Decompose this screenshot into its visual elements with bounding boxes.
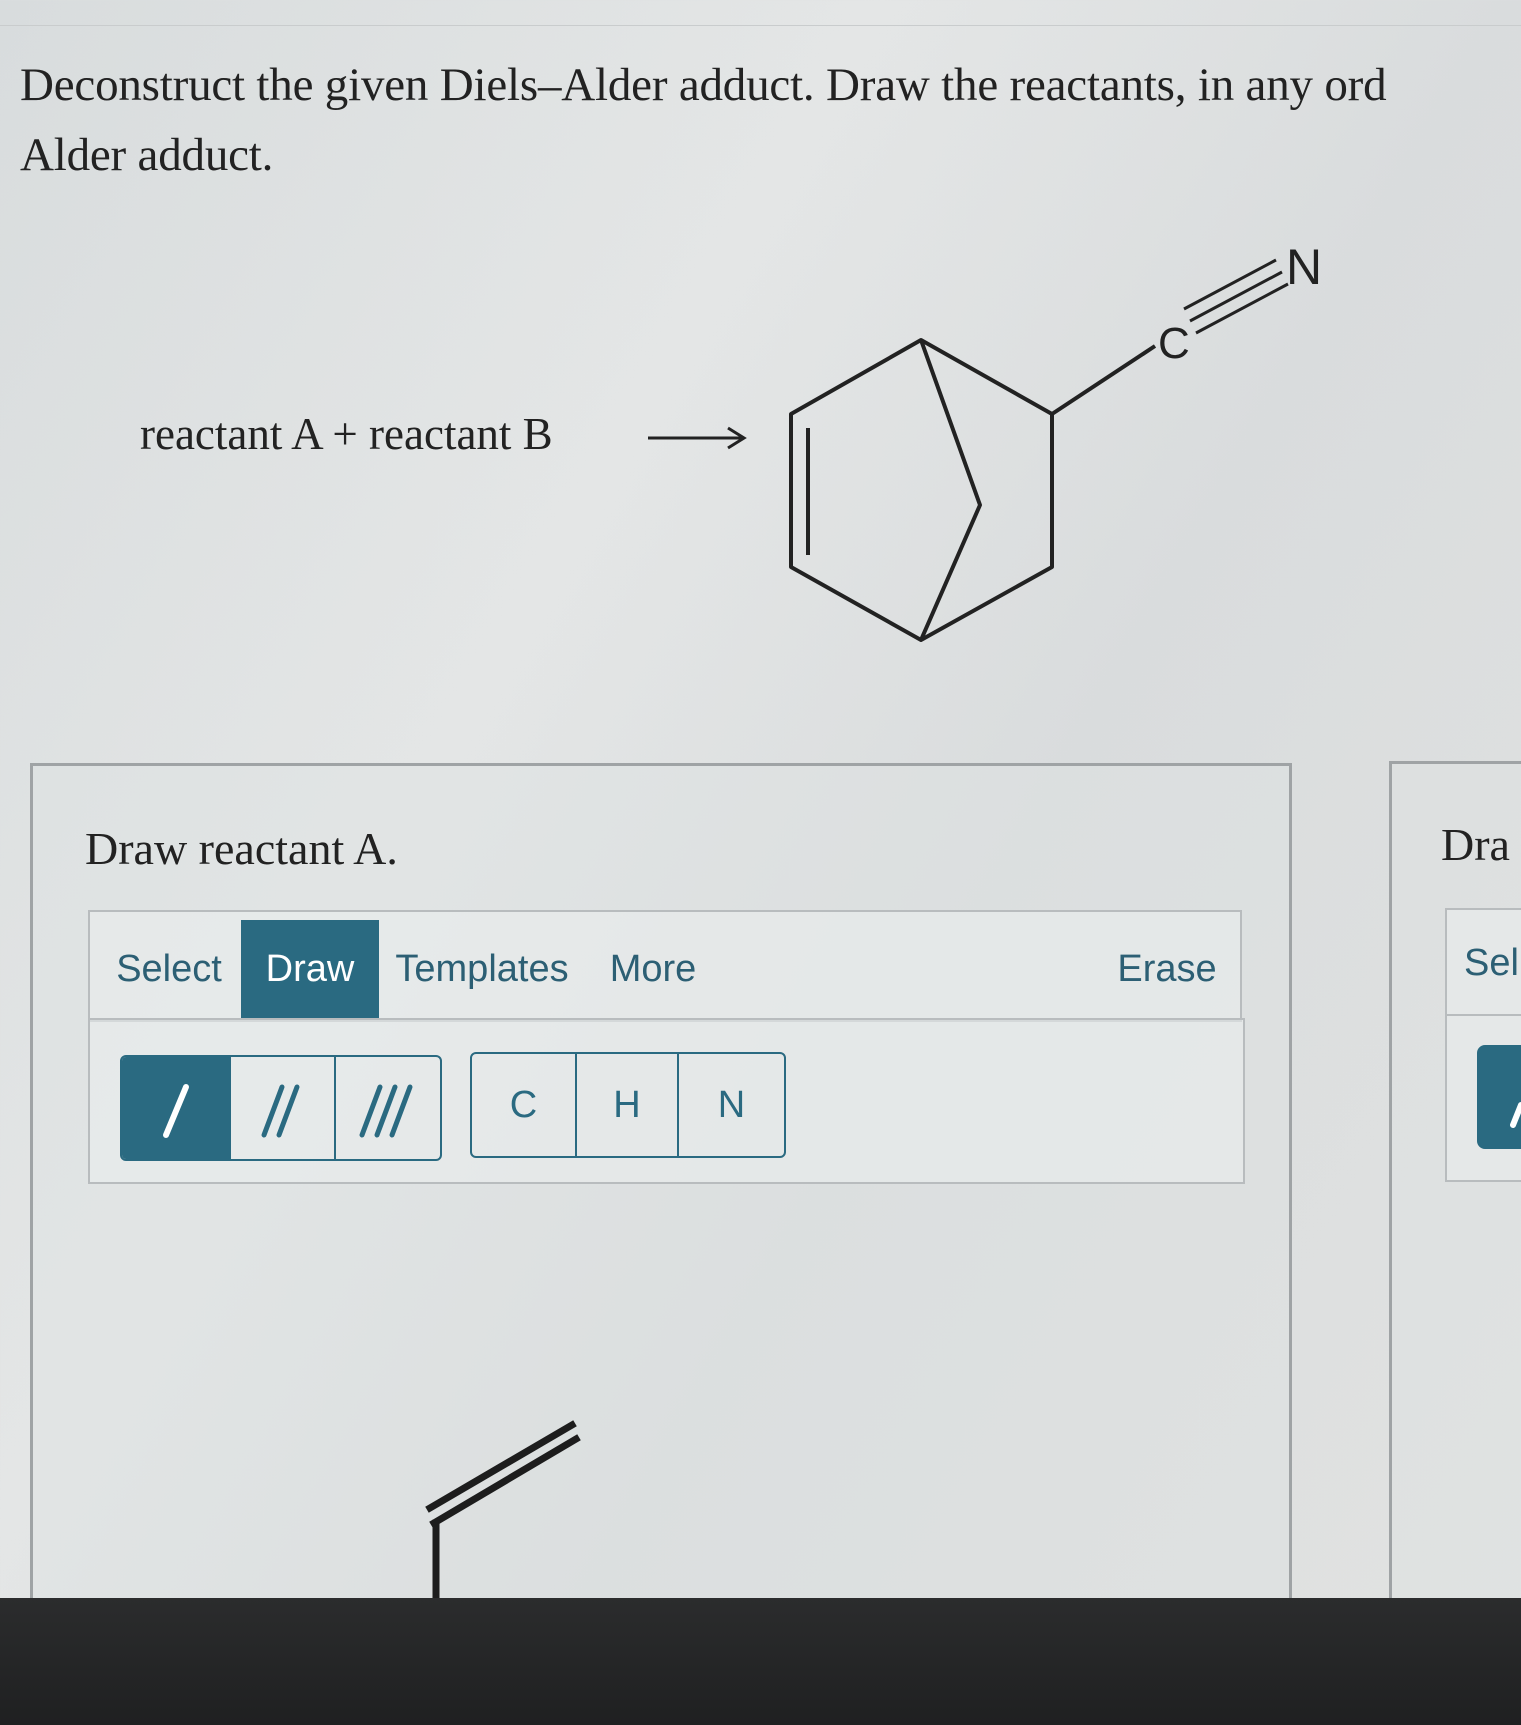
screen-bezel: [0, 1598, 1521, 1725]
triple-bond-button[interactable]: [336, 1057, 440, 1159]
tab-more[interactable]: More: [598, 920, 708, 1018]
tab-select[interactable]: Select: [98, 920, 240, 1018]
reactant-b-panel: [1389, 761, 1521, 1649]
atom-tool-group: C H N: [470, 1052, 786, 1158]
triple-bond-icon: [359, 1084, 413, 1138]
tab-bar-rule: [726, 910, 1240, 912]
drawn-vinyl-fragment: [425, 1420, 581, 1610]
tab-templates[interactable]: Templates: [386, 920, 578, 1018]
nitrile-group: C N: [1158, 239, 1322, 368]
panel-b-single-bond-button[interactable]: [1477, 1045, 1521, 1149]
norbornene-ring: [789, 338, 1157, 642]
single-bond-button[interactable]: [122, 1057, 229, 1159]
panel-a-title: Draw reactant A.: [85, 823, 398, 874]
panel-b-single-bond-icon: [1510, 1102, 1521, 1128]
double-bond-button[interactable]: [231, 1057, 334, 1159]
panel-b-tab-select[interactable]: Sel: [1464, 918, 1521, 1008]
atom-h-button[interactable]: H: [577, 1054, 677, 1156]
drawing-canvas[interactable]: [30, 1180, 1286, 1610]
erase-button[interactable]: Erase: [1102, 920, 1232, 1018]
bond-tool-group: [120, 1055, 442, 1161]
tab-draw[interactable]: Draw: [241, 920, 379, 1018]
double-bond-icon: [261, 1084, 300, 1138]
nitrogen-atom-label: N: [1286, 239, 1322, 295]
single-bond-icon: [163, 1084, 189, 1138]
reaction-arrow: [648, 426, 747, 450]
carbon-atom-label: C: [1158, 319, 1190, 368]
panel-b-title: Dra: [1441, 819, 1510, 870]
atom-n-button[interactable]: N: [679, 1054, 784, 1156]
diels-alder-adduct-structure: C N: [648, 239, 1322, 642]
atom-c-button[interactable]: C: [472, 1054, 575, 1156]
